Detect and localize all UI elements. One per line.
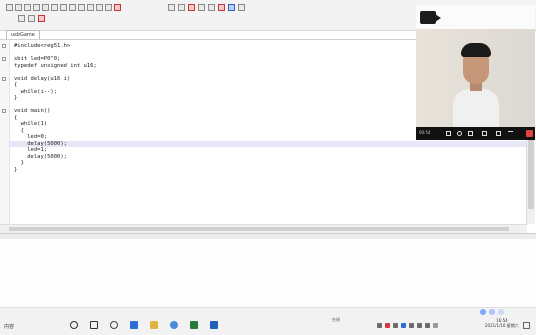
translate-icon[interactable] bbox=[18, 15, 25, 22]
clock-date: 2021/1/16 星期六 bbox=[485, 323, 519, 328]
toolbar-icons-middle bbox=[168, 4, 245, 11]
floating-tray bbox=[480, 309, 504, 315]
volume-icon[interactable] bbox=[409, 323, 414, 328]
keil-icon[interactable] bbox=[190, 321, 198, 329]
battery-icon[interactable] bbox=[417, 323, 422, 328]
caption-icon[interactable] bbox=[446, 131, 451, 136]
debug-icon[interactable] bbox=[188, 4, 195, 11]
output-pane bbox=[0, 233, 536, 308]
cortana-icon[interactable] bbox=[70, 321, 78, 329]
webcam-control-bar: 00:54 bbox=[416, 127, 535, 140]
compile-icon[interactable] bbox=[168, 4, 175, 11]
paste-icon[interactable] bbox=[60, 4, 67, 11]
share-icon[interactable] bbox=[482, 131, 487, 136]
app-circle-icon[interactable] bbox=[110, 321, 118, 329]
video-camera-icon bbox=[420, 11, 441, 24]
toolbar-icons-left bbox=[6, 4, 121, 11]
chat-app-icon[interactable] bbox=[210, 321, 218, 329]
indent-icon[interactable] bbox=[96, 4, 103, 11]
mic-icon[interactable] bbox=[457, 131, 462, 136]
fold-toggle-icon[interactable] bbox=[2, 57, 6, 61]
save-all-icon[interactable] bbox=[33, 4, 40, 11]
load-icon[interactable] bbox=[38, 15, 45, 22]
save-icon[interactable] bbox=[24, 4, 31, 11]
person-shirt bbox=[453, 89, 499, 129]
horizontal-scroll-thumb[interactable] bbox=[9, 227, 509, 231]
copy-icon[interactable] bbox=[51, 4, 58, 11]
ime-tray-icon[interactable] bbox=[425, 323, 430, 328]
search-label[interactable]: 内容 bbox=[4, 323, 14, 330]
file-explorer-icon[interactable] bbox=[150, 321, 158, 329]
cloud-icon[interactable] bbox=[401, 323, 406, 328]
fold-toggle-icon[interactable] bbox=[2, 76, 6, 81]
cut-icon[interactable] bbox=[42, 4, 49, 11]
more-icon[interactable] bbox=[508, 131, 513, 136]
outdent-icon[interactable] bbox=[105, 4, 112, 11]
arrow-icon[interactable] bbox=[377, 323, 382, 328]
redo-icon[interactable] bbox=[78, 4, 85, 11]
antivirus-icon[interactable] bbox=[385, 323, 390, 328]
output-pane-splitter[interactable] bbox=[0, 234, 536, 239]
code-line[interactable]: } bbox=[10, 167, 527, 174]
target-icon[interactable] bbox=[228, 4, 235, 11]
new-file-icon[interactable] bbox=[6, 4, 13, 11]
camera-icon[interactable] bbox=[468, 131, 473, 136]
editor-gutter bbox=[0, 40, 10, 225]
shield-icon[interactable] bbox=[433, 323, 438, 328]
download-icon[interactable] bbox=[208, 4, 215, 11]
build-icon[interactable] bbox=[178, 4, 185, 11]
end-call-button[interactable] bbox=[526, 130, 533, 137]
rebuild-icon[interactable] bbox=[28, 15, 35, 22]
fold-toggle-icon[interactable] bbox=[2, 44, 6, 48]
undo-icon[interactable] bbox=[69, 4, 76, 11]
ime-icon[interactable] bbox=[480, 309, 486, 315]
status-text: 在线 bbox=[332, 317, 340, 322]
call-duration: 00:54 bbox=[419, 130, 431, 135]
horizontal-scrollbar[interactable] bbox=[0, 224, 527, 233]
find-icon[interactable] bbox=[87, 4, 94, 11]
bookmark-icon[interactable] bbox=[114, 4, 121, 11]
options-icon[interactable] bbox=[198, 4, 205, 11]
fold-toggle-icon[interactable] bbox=[2, 109, 6, 113]
settings-icon[interactable] bbox=[489, 309, 495, 315]
edge-icon[interactable] bbox=[170, 321, 178, 329]
stop-icon[interactable] bbox=[218, 4, 225, 11]
clock[interactable]: 16:54 2021/1/16 星期六 bbox=[485, 318, 519, 328]
toolbar-icons-row2 bbox=[18, 15, 45, 22]
system-tray bbox=[377, 323, 438, 328]
person-hair bbox=[461, 43, 491, 57]
task-view-icon[interactable] bbox=[90, 321, 98, 329]
network-icon[interactable] bbox=[393, 323, 398, 328]
window-icon[interactable] bbox=[238, 4, 245, 11]
webcam-header bbox=[416, 5, 535, 29]
webcam-window[interactable]: 00:54 bbox=[416, 5, 535, 140]
notification-icon[interactable] bbox=[523, 322, 530, 329]
open-file-icon[interactable] bbox=[15, 4, 22, 11]
keyboard-icon[interactable] bbox=[498, 309, 504, 315]
webcam-person bbox=[453, 43, 499, 129]
record-icon[interactable] bbox=[496, 131, 501, 136]
browser-icon[interactable] bbox=[130, 321, 138, 329]
taskbar: 内容 在线 16:54 2021/1/16 星期六 bbox=[0, 307, 536, 335]
